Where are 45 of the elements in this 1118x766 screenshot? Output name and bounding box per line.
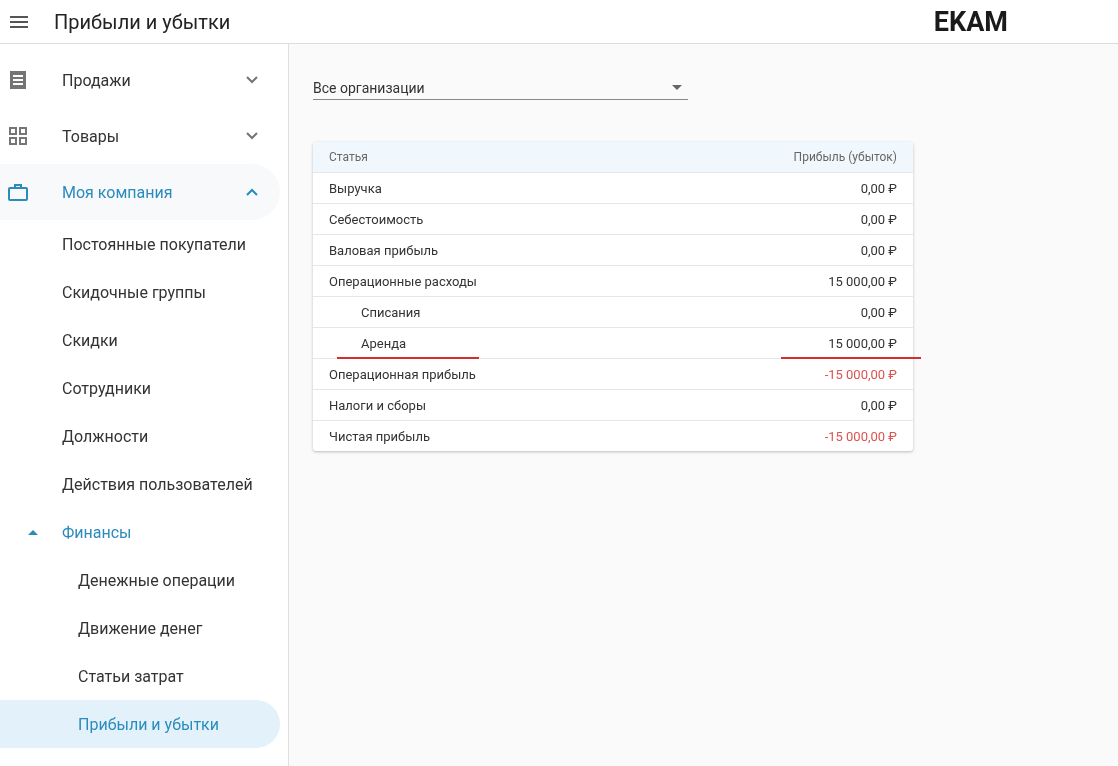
sidebar-item[interactable]: Финансы	[0, 508, 280, 556]
sidebar-item[interactable]: Должности	[0, 412, 280, 460]
chevron-icon	[246, 76, 258, 84]
table-cell: Операционные расходы	[329, 273, 477, 289]
receipt-icon	[8, 71, 28, 89]
sidebar-item[interactable]: Денежные операции	[0, 556, 280, 604]
table-cell-text: Списания	[360, 304, 421, 320]
table-cell: -15 000,00 ₽	[824, 366, 897, 382]
table-cell: -15 000,00 ₽	[824, 428, 897, 444]
sidebar-item[interactable]: Продажи	[0, 52, 280, 108]
table-cell: 15 000,00 ₽	[828, 273, 897, 289]
page-title: Прибыли и убытки	[54, 9, 231, 34]
sidebar-item[interactable]: Моя компания	[0, 164, 280, 220]
table-cell: Аренда	[329, 335, 487, 359]
column-header: Статья	[329, 150, 368, 164]
table-cell: Выручка	[329, 180, 382, 196]
sidebar-item[interactable]: Движение денег	[0, 604, 280, 652]
table-cell: 0,00 ₽	[860, 397, 897, 413]
column-header: Прибыль (убыток)	[793, 150, 897, 164]
sidebar-item[interactable]: Действия пользователей	[0, 460, 280, 508]
briefcase-icon	[8, 183, 28, 201]
table-cell: 0,00 ₽	[860, 304, 897, 320]
table-cell: Валовая прибыль	[329, 242, 439, 258]
table-cell: 0,00 ₽	[860, 211, 897, 227]
sidebar-item[interactable]: Сотрудники	[0, 364, 280, 412]
table-cell: Чистая прибыль	[329, 428, 430, 444]
chevron-icon	[246, 132, 258, 140]
sidebar-item[interactable]: Скидочные группы	[0, 268, 280, 316]
table-cell: 0,00 ₽	[860, 242, 897, 258]
table-cell: 0,00 ₽	[860, 180, 897, 196]
grid-icon	[8, 127, 28, 145]
table-cell: 15 000,00 ₽	[828, 335, 921, 359]
sidebar-item[interactable]: Статьи затрат	[0, 652, 280, 700]
table-cell: Налоги и сборы	[329, 397, 426, 413]
sidebar-item[interactable]: Постоянные покупатели	[0, 220, 280, 268]
chevron-icon	[246, 188, 258, 196]
caret-icon	[28, 529, 38, 535]
sidebar-item[interactable]: Товары	[0, 108, 280, 164]
organization-dropdown[interactable]: Все организации	[313, 76, 688, 100]
dropdown-arrow-icon	[672, 85, 682, 90]
sidebar-item[interactable]: Скидки	[0, 316, 280, 364]
logo: EKAM	[933, 5, 1008, 38]
menu-icon[interactable]	[10, 15, 28, 28]
table-cell: Операционная прибыль	[329, 366, 476, 382]
table-cell: Себестоимость	[329, 211, 424, 227]
